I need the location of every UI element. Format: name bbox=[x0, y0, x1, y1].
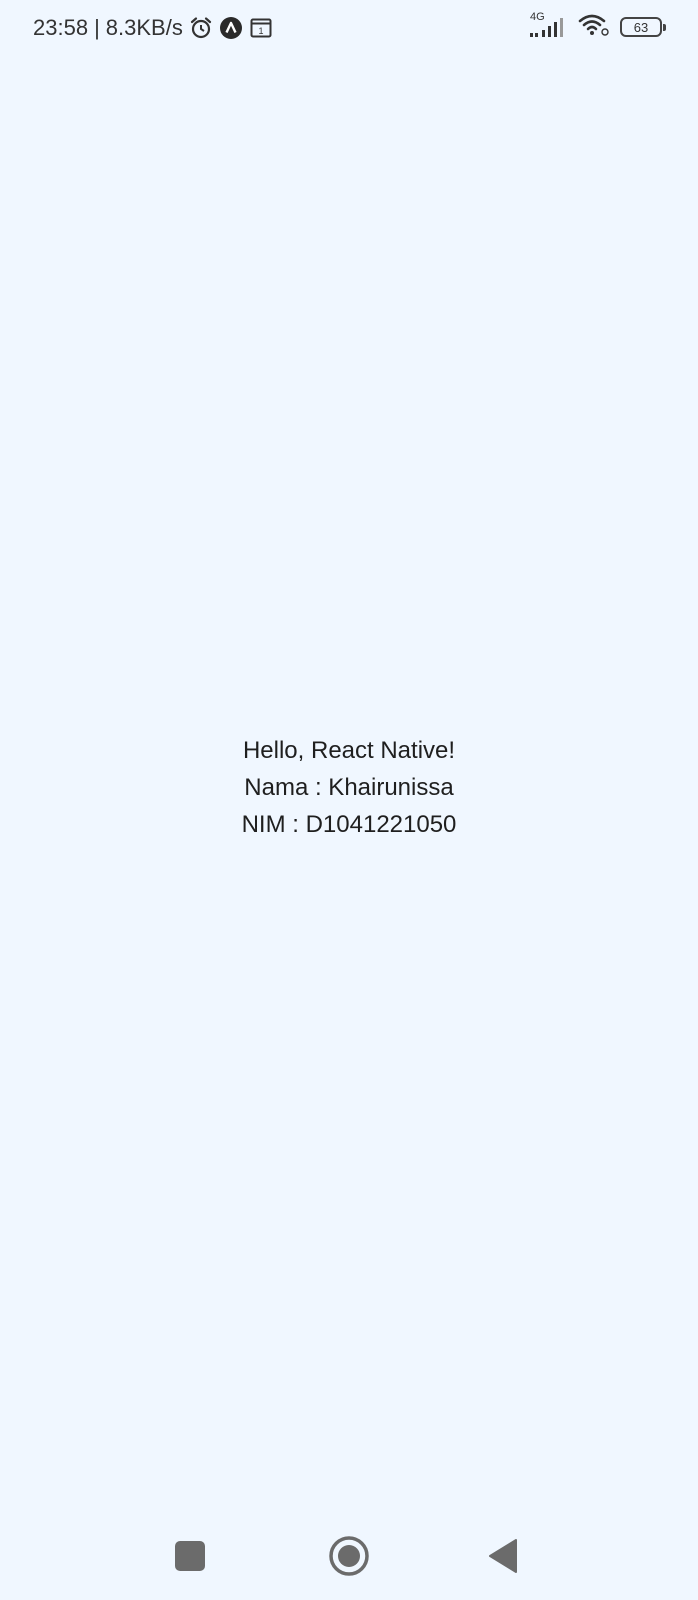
status-bar: 23:58 | 8.3KB/s 1 4G 63 bbox=[0, 0, 698, 56]
alarm-clock-icon bbox=[189, 16, 213, 40]
main-content: Hello, React Native! Nama : Khairunissa … bbox=[0, 732, 698, 843]
nim-text: NIM : D1041221050 bbox=[241, 811, 457, 838]
wifi-icon bbox=[578, 13, 610, 42]
greeting-text: Hello, React Native! bbox=[242, 737, 456, 764]
navigation-bar bbox=[0, 1510, 698, 1600]
name-text: Nama : Khairunissa bbox=[244, 774, 454, 801]
circle-home-icon bbox=[329, 1536, 369, 1576]
network-speed: 8.3KB/s bbox=[105, 15, 183, 40]
status-separator: | bbox=[94, 15, 100, 40]
status-time: 23:58 bbox=[33, 15, 89, 40]
calendar-icon: 1 bbox=[249, 16, 273, 40]
status-left: 23:58 | 8.3KB/s 1 bbox=[33, 14, 273, 42]
square-recents-icon bbox=[175, 1541, 205, 1571]
battery-indicator: 63 bbox=[620, 17, 666, 37]
recents-button[interactable] bbox=[166, 1532, 214, 1580]
calendar-day: 1 bbox=[258, 26, 263, 36]
screen: 23:58 | 8.3KB/s 1 4G 63 Hello, React Nat… bbox=[0, 0, 698, 1600]
triangle-back-icon bbox=[489, 1539, 517, 1573]
home-button[interactable] bbox=[325, 1532, 373, 1580]
back-button[interactable] bbox=[482, 1532, 530, 1580]
status-right: 4G 63 bbox=[528, 11, 666, 42]
a-circle-icon bbox=[219, 16, 243, 40]
cellular-signal-icon: 4G bbox=[528, 11, 568, 41]
